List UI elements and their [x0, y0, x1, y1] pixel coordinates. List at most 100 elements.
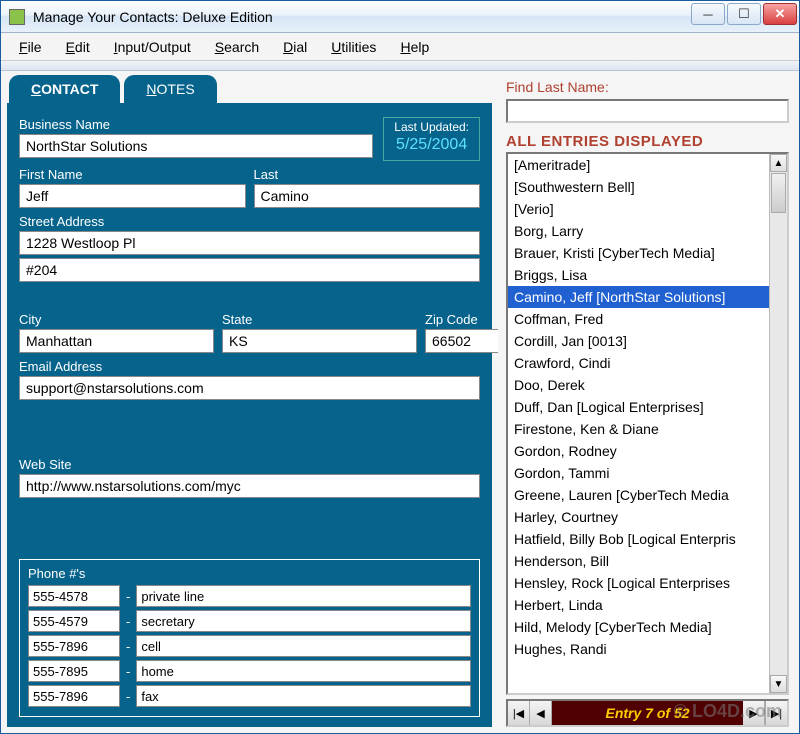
email-field[interactable]	[19, 376, 480, 400]
tab-contact[interactable]: CONTACT	[9, 75, 120, 103]
business-name-field[interactable]	[19, 134, 373, 158]
first-name-field[interactable]	[19, 184, 246, 208]
phone-desc-field[interactable]	[136, 610, 471, 632]
entries-listbox[interactable]: [Ameritrade][Southwestern Bell][Verio]Bo…	[506, 152, 789, 695]
record-pager: |◀ ◀ Entry 7 of 52 ▶ ▶|	[506, 699, 789, 727]
app-window: Manage Your Contacts: Deluxe Edition ─ ☐…	[0, 0, 800, 734]
list-item[interactable]: Borg, Larry	[508, 220, 769, 242]
menu-help[interactable]: Help	[390, 35, 439, 59]
phone-number-field[interactable]	[28, 685, 120, 707]
scroll-thumb[interactable]	[771, 173, 786, 213]
titlebar: Manage Your Contacts: Deluxe Edition ─ ☐…	[1, 1, 799, 33]
toolbar-strip	[1, 61, 799, 71]
list-item[interactable]: Harley, Courtney	[508, 506, 769, 528]
list-item[interactable]: Cordill, Jan [0013]	[508, 330, 769, 352]
list-item[interactable]: Gordon, Rodney	[508, 440, 769, 462]
list-item[interactable]: Crawford, Cindi	[508, 352, 769, 374]
list-item[interactable]: Briggs, Lisa	[508, 264, 769, 286]
first-name-label: First Name	[19, 167, 246, 182]
phone-desc-field[interactable]	[136, 635, 471, 657]
list-item[interactable]: Coffman, Fred	[508, 308, 769, 330]
app-icon	[9, 9, 25, 25]
phone-row: -	[28, 635, 471, 657]
street-address-1-field[interactable]	[19, 231, 480, 255]
dash-separator: -	[126, 639, 130, 654]
minimize-button[interactable]: ─	[691, 3, 725, 25]
list-item[interactable]: Hensley, Rock [Logical Enterprises	[508, 572, 769, 594]
phone-desc-field[interactable]	[136, 585, 471, 607]
phone-number-field[interactable]	[28, 585, 120, 607]
city-field[interactable]	[19, 329, 214, 353]
phone-row: -	[28, 685, 471, 707]
pager-first-button[interactable]: |◀	[508, 701, 530, 725]
list-item[interactable]: Camino, Jeff [NorthStar Solutions]	[508, 286, 769, 308]
contact-form: Business Name Last Updated: 5/25/2004 Fi…	[7, 103, 492, 727]
menu-dial[interactable]: Dial	[273, 35, 317, 59]
last-updated-date: 5/25/2004	[394, 136, 469, 154]
tabs: CONTACT NOTES	[1, 71, 498, 103]
list-item[interactable]: Greene, Lauren [CyberTech Media	[508, 484, 769, 506]
state-label: State	[222, 312, 417, 327]
list-item[interactable]: [Verio]	[508, 198, 769, 220]
menu-file[interactable]: File	[9, 35, 52, 59]
phone-desc-field[interactable]	[136, 660, 471, 682]
city-label: City	[19, 312, 214, 327]
email-label: Email Address	[19, 359, 480, 374]
find-last-name-input[interactable]	[506, 99, 789, 123]
list-item[interactable]: Firestone, Ken & Diane	[508, 418, 769, 440]
maximize-button[interactable]: ☐	[727, 3, 761, 25]
list-item[interactable]: Hatfield, Billy Bob [Logical Enterpris	[508, 528, 769, 550]
scroll-down-button[interactable]: ▼	[770, 675, 787, 693]
content-area: CONTACT NOTES Business Name Last Updated…	[1, 71, 799, 733]
pager-display: Entry 7 of 52	[552, 701, 743, 725]
phone-numbers-label: Phone #'s	[28, 566, 471, 581]
website-label: Web Site	[19, 457, 480, 472]
phone-row: -	[28, 660, 471, 682]
list-item[interactable]: Doo, Derek	[508, 374, 769, 396]
scroll-track[interactable]	[770, 214, 787, 675]
menu-edit[interactable]: Edit	[56, 35, 100, 59]
phone-number-field[interactable]	[28, 660, 120, 682]
menu-utilities[interactable]: Utilities	[321, 35, 386, 59]
window-title: Manage Your Contacts: Deluxe Edition	[33, 9, 689, 25]
list-item[interactable]: Hild, Melody [CyberTech Media]	[508, 616, 769, 638]
last-name-label: Last	[254, 167, 481, 182]
street-address-label: Street Address	[19, 214, 480, 229]
state-field[interactable]	[222, 329, 417, 353]
street-address-2-field[interactable]	[19, 258, 480, 282]
window-controls: ─ ☐ ✕	[689, 1, 799, 32]
menu-search[interactable]: Search	[205, 35, 269, 59]
list-item[interactable]: [Ameritrade]	[508, 154, 769, 176]
list-item[interactable]: Hughes, Randi	[508, 638, 769, 660]
last-updated-box: Last Updated: 5/25/2004	[383, 117, 480, 161]
menubar: File Edit Input/Output Search Dial Utili…	[1, 33, 799, 61]
list-item[interactable]: Brauer, Kristi [CyberTech Media]	[508, 242, 769, 264]
last-name-field[interactable]	[254, 184, 481, 208]
scroll-up-button[interactable]: ▲	[770, 154, 787, 172]
phone-desc-field[interactable]	[136, 685, 471, 707]
phone-row: -	[28, 585, 471, 607]
dash-separator: -	[126, 664, 130, 679]
dash-separator: -	[126, 689, 130, 704]
find-last-name-label: Find Last Name:	[506, 79, 789, 95]
phone-number-field[interactable]	[28, 610, 120, 632]
list-item[interactable]: [Southwestern Bell]	[508, 176, 769, 198]
list-item[interactable]: Gordon, Tammi	[508, 462, 769, 484]
list-item[interactable]: Herbert, Linda	[508, 594, 769, 616]
dash-separator: -	[126, 589, 130, 604]
list-scrollbar[interactable]: ▲ ▼	[769, 154, 787, 693]
last-updated-label: Last Updated:	[394, 120, 469, 134]
website-field[interactable]	[19, 474, 480, 498]
list-item[interactable]: Duff, Dan [Logical Enterprises]	[508, 396, 769, 418]
list-item[interactable]: Henderson, Bill	[508, 550, 769, 572]
close-button[interactable]: ✕	[763, 3, 797, 25]
left-panel: CONTACT NOTES Business Name Last Updated…	[1, 71, 498, 733]
pager-next-button[interactable]: ▶	[743, 701, 765, 725]
phone-row: -	[28, 610, 471, 632]
pager-last-button[interactable]: ▶|	[765, 701, 787, 725]
menu-input-output[interactable]: Input/Output	[104, 35, 201, 59]
pager-prev-button[interactable]: ◀	[530, 701, 552, 725]
tab-notes[interactable]: NOTES	[124, 75, 216, 103]
phone-numbers-box: Phone #'s - - - - -	[19, 559, 480, 717]
phone-number-field[interactable]	[28, 635, 120, 657]
